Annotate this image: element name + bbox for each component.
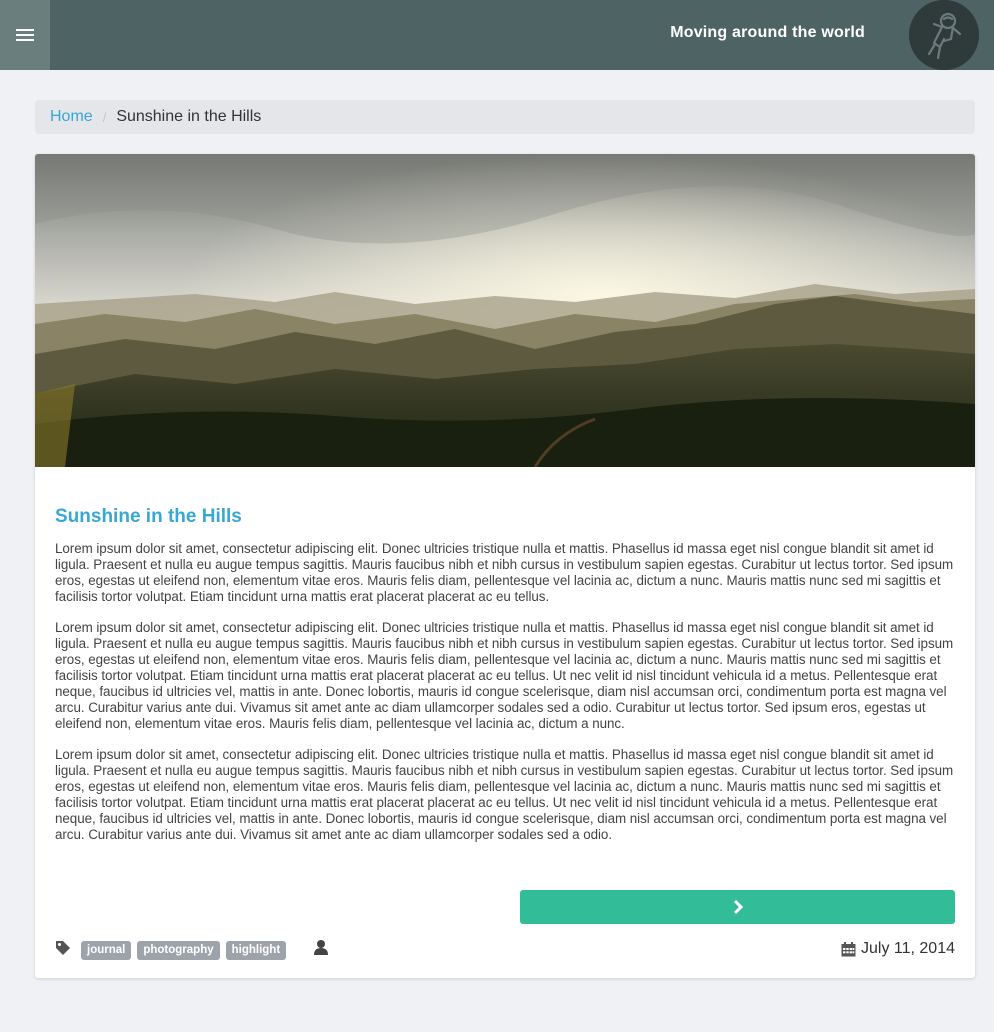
breadcrumb-separator: / bbox=[102, 109, 107, 125]
read-more-button[interactable] bbox=[520, 890, 955, 924]
user-icon[interactable] bbox=[313, 939, 329, 955]
breadcrumb-home-link[interactable]: Home bbox=[50, 108, 93, 126]
post-meta: journal photography highlight July 11, 2… bbox=[55, 938, 955, 962]
post-card: Sunshine in the Hills Lorem ipsum dolor … bbox=[35, 154, 975, 978]
menu-toggle-button[interactable] bbox=[0, 0, 50, 70]
avatar[interactable] bbox=[909, 0, 979, 70]
tag-icon bbox=[56, 941, 70, 955]
tag-photography[interactable]: photography bbox=[137, 941, 220, 960]
post-title[interactable]: Sunshine in the Hills bbox=[55, 506, 242, 528]
post-date-text: July 11, 2014 bbox=[861, 940, 955, 957]
post-body: Lorem ipsum dolor sit amet, consectetur … bbox=[55, 541, 957, 858]
chevron-right-icon bbox=[733, 900, 743, 914]
tag-highlight[interactable]: highlight bbox=[225, 941, 287, 960]
tag-list: journal photography highlight bbox=[81, 941, 287, 960]
breadcrumb-current: Sunshine in the Hills bbox=[116, 108, 262, 125]
hamburger-menu-icon bbox=[16, 29, 34, 41]
top-navbar: Moving around the world bbox=[0, 0, 994, 70]
post-paragraph: Lorem ipsum dolor sit amet, consectetur … bbox=[55, 620, 954, 731]
hero-image bbox=[35, 154, 975, 467]
post-paragraph: Lorem ipsum dolor sit amet, consectetur … bbox=[55, 747, 954, 842]
site-title[interactable]: Moving around the world bbox=[670, 24, 865, 42]
breadcrumb: Home / Sunshine in the Hills bbox=[35, 100, 975, 134]
calendar-icon bbox=[841, 941, 856, 956]
astronaut-icon bbox=[909, 0, 979, 70]
post-date: July 11, 2014 bbox=[841, 940, 955, 958]
tag-journal[interactable]: journal bbox=[81, 941, 132, 960]
post-paragraph: Lorem ipsum dolor sit amet, consectetur … bbox=[55, 541, 954, 604]
